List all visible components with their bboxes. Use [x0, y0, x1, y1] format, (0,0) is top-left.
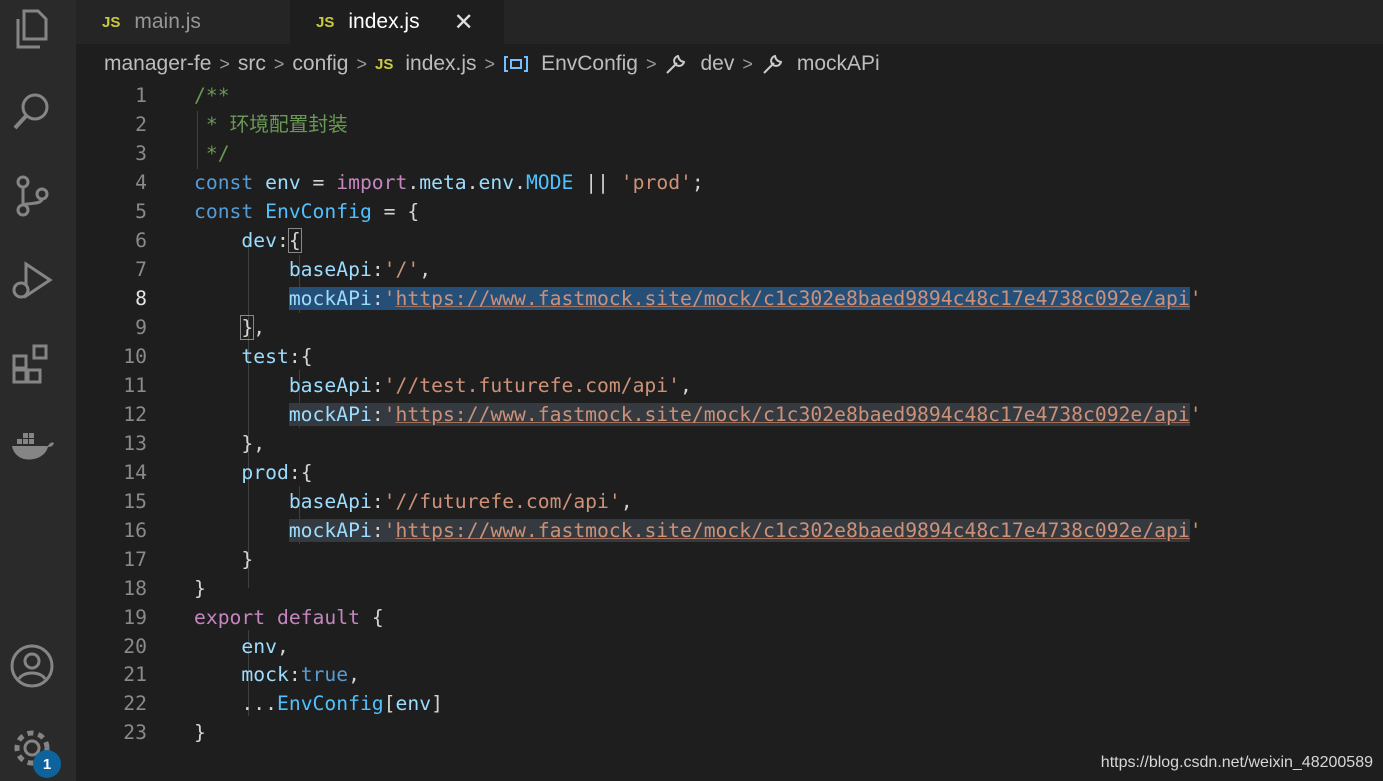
js-file-icon: JS [316, 13, 335, 31]
watermark: https://blog.csdn.net/weixin_48200589 [1100, 754, 1373, 771]
line-number: 15 [123, 490, 147, 513]
code-line: 3 */ [76, 139, 1383, 168]
line-number: 11 [123, 374, 147, 397]
activity-bar: 1 [0, 0, 76, 781]
code-line: 15 baseApi:'//futurefe.com/api', [76, 487, 1383, 516]
code-line: 16 mockAPi:'https://www.fastmock.site/mo… [76, 516, 1383, 545]
code-line: 20 env, [76, 632, 1383, 661]
line-number: 3 [135, 142, 147, 165]
line-number: 10 [123, 345, 147, 368]
chevron-right-icon: > [645, 53, 657, 74]
line-number: 5 [135, 200, 147, 223]
line-number: 16 [123, 519, 147, 542]
line-number: 12 [123, 403, 147, 426]
code-line: 22 ...EnvConfig[env] [76, 689, 1383, 718]
code-line: 2 * 环境配置封装 [76, 110, 1383, 139]
url-string: https://www.fastmock.site/mock/c1c302e8b… [395, 519, 1190, 542]
code-line: 10 test:{ [76, 342, 1383, 371]
line-number: 1 [135, 84, 147, 107]
tab-bar: JS main.js JS index.js ✕ [76, 0, 1383, 44]
code-editor[interactable]: 1/** 2 * 环境配置封装 3 */ 4 const env = import… [76, 80, 1383, 781]
breadcrumb-item[interactable]: index.js [405, 52, 476, 76]
files-icon[interactable] [8, 5, 56, 53]
chevron-right-icon: > [484, 53, 496, 74]
code-line: 17 } [76, 545, 1383, 574]
line-number: 17 [123, 548, 147, 571]
tab-label: main.js [134, 10, 201, 33]
line-number: 19 [123, 606, 147, 629]
line-number: 20 [123, 635, 147, 658]
code-line: 21 mock:true, [76, 660, 1383, 689]
js-file-icon: JS [102, 13, 121, 31]
line-number: 7 [135, 258, 147, 281]
code-line: 23} [76, 718, 1383, 747]
docker-icon[interactable] [8, 422, 56, 470]
breadcrumb-item[interactable]: config [292, 52, 348, 76]
line-number: 6 [135, 229, 147, 252]
breadcrumb-item[interactable]: mockAPi [797, 52, 880, 76]
source-control-icon[interactable] [8, 172, 56, 220]
code-line: 7 baseApi:'/', [76, 255, 1383, 284]
breadcrumb-item[interactable]: src [238, 52, 266, 76]
line-number: 9 [135, 316, 147, 339]
breadcrumb-item[interactable]: EnvConfig [541, 52, 638, 76]
breadcrumb-item[interactable]: manager-fe [104, 52, 211, 76]
tab-index-js[interactable]: JS index.js ✕ [290, 0, 504, 44]
wrench-icon [664, 52, 688, 76]
wrench-icon [761, 52, 785, 76]
code-line: 11 baseApi:'//test.futurefe.com/api', [76, 371, 1383, 400]
breadcrumb-item[interactable]: dev [700, 52, 734, 76]
line-number: 4 [135, 171, 147, 194]
code-line: 9 }, [76, 313, 1383, 342]
code-line: 14 prod:{ [76, 458, 1383, 487]
settings-badge: 1 [33, 750, 61, 778]
code-line: 12 mockAPi:'https://www.fastmock.site/mo… [76, 400, 1383, 429]
comment-text: * 环境配置封装 [205, 113, 348, 136]
js-file-icon: JS [374, 55, 394, 73]
code-line: 5 const EnvConfig = { [76, 197, 1383, 226]
chevron-right-icon: > [356, 53, 367, 74]
code-line: 8 mockAPi:'https://www.fastmock.site/moc… [76, 284, 1383, 313]
variable-icon [503, 55, 529, 73]
line-number: 18 [123, 577, 147, 600]
line-number: 23 [123, 721, 147, 744]
code-line: 19 export default { [76, 603, 1383, 632]
code-line: 18} [76, 574, 1383, 603]
breadcrumb: manager-fe > src > config > JS index.js … [104, 46, 880, 82]
code-line: 1/** [76, 81, 1383, 110]
url-string: https://www.fastmock.site/mock/c1c302e8b… [395, 403, 1190, 426]
url-string: https://www.fastmock.site/mock/c1c302e8b… [395, 287, 1190, 310]
search-icon[interactable] [8, 88, 56, 136]
code-line: 13 }, [76, 429, 1383, 458]
line-number: 22 [123, 692, 147, 715]
code-line: 6 dev:{ [76, 226, 1383, 255]
extensions-icon[interactable] [8, 340, 56, 388]
chevron-right-icon: > [742, 53, 753, 74]
close-icon[interactable]: ✕ [454, 8, 474, 37]
chevron-right-icon: > [219, 53, 230, 74]
line-number: 13 [123, 432, 147, 455]
line-number: 21 [123, 663, 147, 686]
chevron-right-icon: > [273, 53, 285, 74]
tab-main-js[interactable]: JS main.js [76, 0, 290, 44]
line-number: 2 [135, 113, 147, 136]
tab-label: index.js [348, 10, 420, 33]
line-number: 8 [135, 287, 147, 310]
account-icon[interactable] [8, 642, 56, 690]
run-debug-icon[interactable] [8, 256, 56, 304]
code-line: 4 const env = import.meta.env.MODE || 'pr… [76, 168, 1383, 197]
line-number: 14 [123, 461, 147, 484]
